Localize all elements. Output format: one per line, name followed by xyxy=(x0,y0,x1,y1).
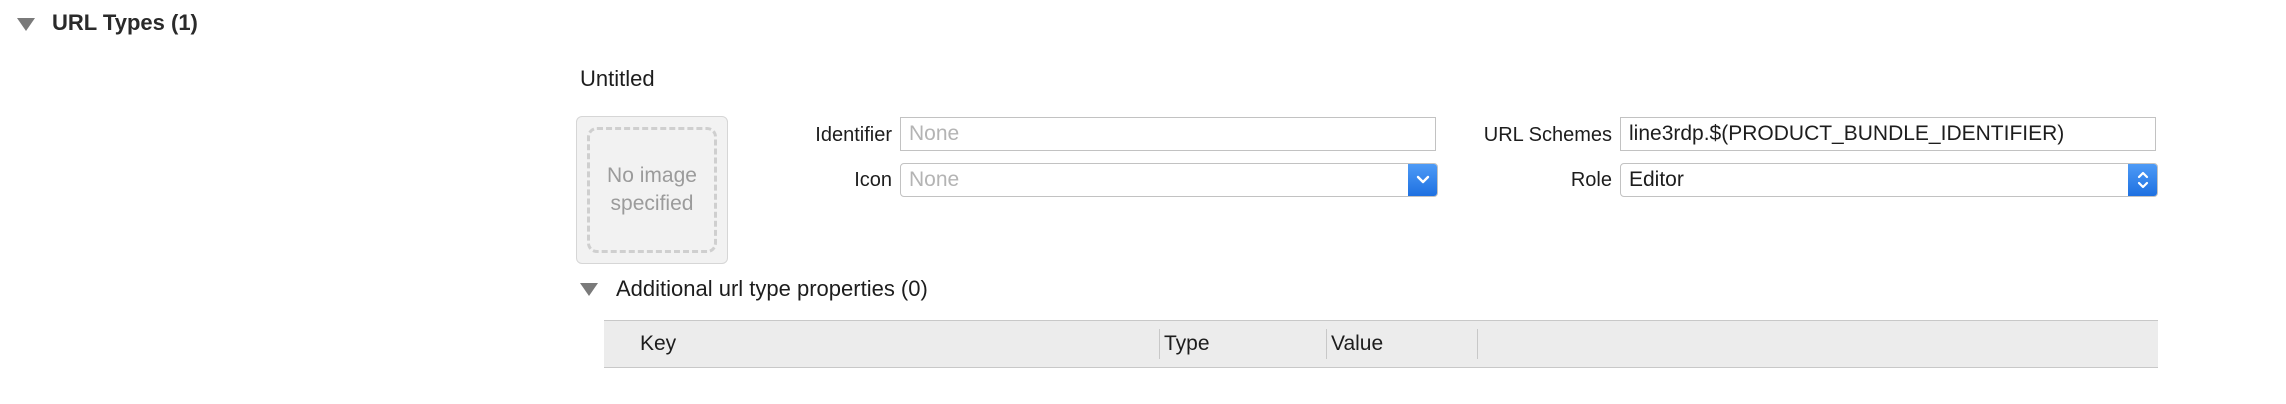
role-popup-button[interactable]: Editor xyxy=(1620,163,2158,197)
url-schemes-label: URL Schemes xyxy=(1483,124,1612,146)
identifier-label: Identifier xyxy=(815,124,892,146)
column-header-key[interactable]: Key xyxy=(640,321,676,367)
chevron-down-icon xyxy=(1416,175,1430,184)
column-header-value[interactable]: Value xyxy=(1331,321,1383,367)
column-header-type[interactable]: Type xyxy=(1164,321,1210,367)
role-label: Role xyxy=(1570,169,1612,191)
column-divider[interactable] xyxy=(1159,329,1160,359)
icon-combo-box[interactable]: None xyxy=(900,163,1438,197)
icon-combo-value: None xyxy=(909,168,960,191)
additional-properties-disclosure-triangle[interactable] xyxy=(580,283,598,296)
icon-label: Icon xyxy=(854,169,892,191)
url-types-disclosure-triangle[interactable] xyxy=(17,18,35,31)
column-divider[interactable] xyxy=(1326,329,1327,359)
no-image-placeholder-text: No image specified xyxy=(607,164,697,215)
icon-combo-dropdown-button[interactable] xyxy=(1408,164,1437,196)
column-divider[interactable] xyxy=(1477,329,1478,359)
properties-table-header: Key Type Value xyxy=(604,320,2158,368)
image-drop-zone: No image specified xyxy=(587,127,717,253)
role-popup-value: Editor xyxy=(1629,168,1684,191)
additional-properties-title: Additional url type properties (0) xyxy=(616,276,928,301)
icon-image-well[interactable]: No image specified xyxy=(576,116,728,264)
up-down-chevron-icon xyxy=(2137,171,2149,189)
url-schemes-field[interactable] xyxy=(1620,117,2156,151)
url-type-title: Untitled xyxy=(580,66,655,91)
role-popup-stepper[interactable] xyxy=(2128,164,2157,196)
identifier-field[interactable] xyxy=(900,117,1436,151)
url-types-section-title: URL Types (1) xyxy=(52,10,198,35)
